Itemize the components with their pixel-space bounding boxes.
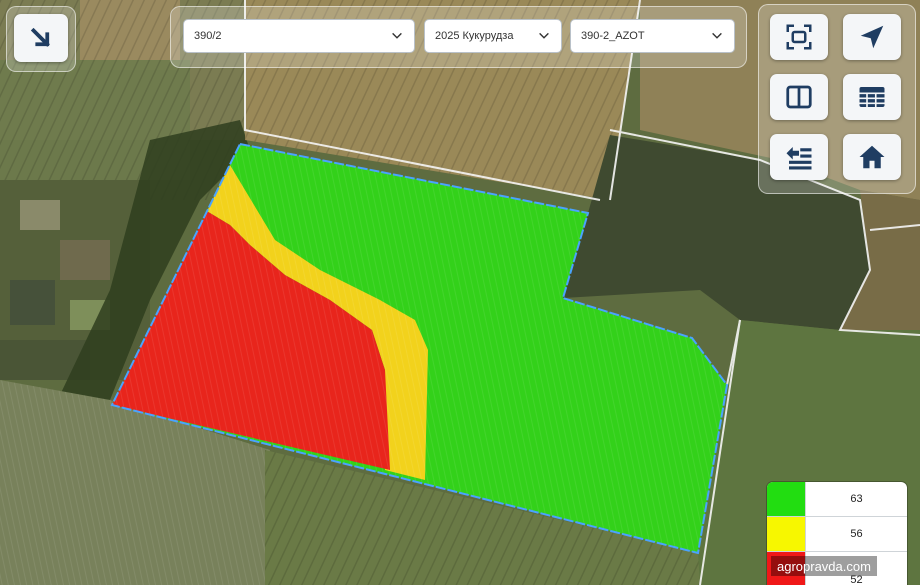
- legend-swatch-mid: [767, 517, 806, 551]
- list-import-icon: [786, 147, 812, 170]
- chevron-down-icon: [392, 32, 402, 39]
- collapse-button[interactable]: [14, 14, 68, 62]
- import-list-button[interactable]: [770, 134, 828, 180]
- arrow-down-right-icon: [30, 27, 50, 47]
- chevron-down-icon: [712, 32, 722, 39]
- locate-arrow-icon: [860, 25, 884, 49]
- fit-screen-icon: [786, 24, 812, 50]
- home-icon: [859, 145, 885, 169]
- season-select-value: 2025 Кукурудза: [435, 30, 514, 42]
- collapse-panel: [6, 6, 76, 72]
- map-layer-select-value: 390-2_AZOT: [581, 30, 645, 42]
- legend-swatch-high: [767, 482, 806, 516]
- fit-screen-button[interactable]: [770, 14, 828, 60]
- locate-button[interactable]: [843, 14, 901, 60]
- home-button[interactable]: [843, 134, 901, 180]
- table-icon: [859, 87, 885, 107]
- legend-row: 56: [767, 517, 907, 552]
- legend-value: 56: [850, 528, 863, 540]
- split-view-button[interactable]: [770, 74, 828, 120]
- watermark: agropravda.com: [771, 556, 877, 576]
- split-view-icon: [786, 85, 812, 109]
- map-layer-select[interactable]: 390-2_AZOT: [570, 19, 735, 53]
- field-select[interactable]: 390/2: [183, 19, 415, 53]
- table-button[interactable]: [843, 74, 901, 120]
- season-select[interactable]: 2025 Кукурудза: [424, 19, 562, 53]
- legend-value: 63: [850, 493, 863, 505]
- legend-row: 63: [767, 482, 907, 517]
- chevron-down-icon: [539, 32, 549, 39]
- field-select-value: 390/2: [194, 30, 222, 42]
